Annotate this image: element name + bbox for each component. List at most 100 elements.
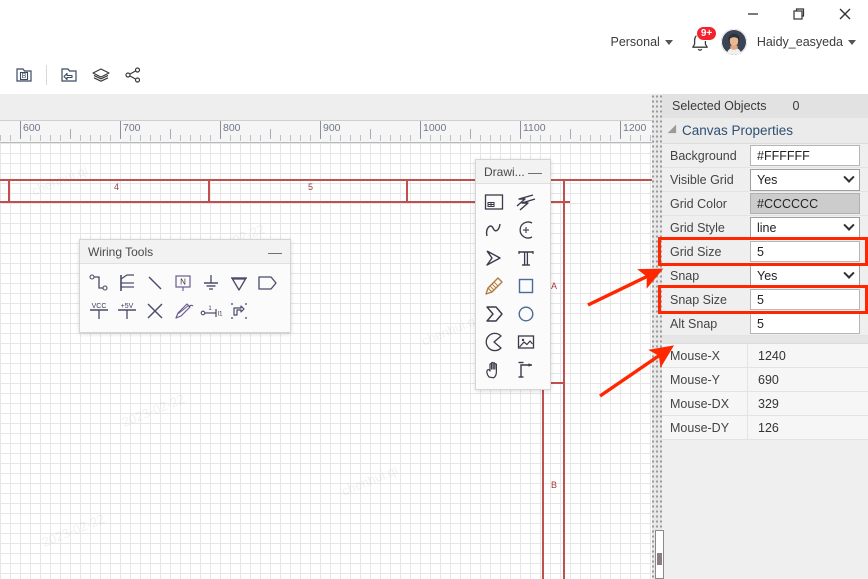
no-connect-icon[interactable]: [142, 298, 168, 324]
workspace-selector[interactable]: Personal: [610, 35, 673, 49]
ruler-minor-tick: [150, 135, 151, 141]
ruler-minor-tick: [530, 135, 531, 141]
property-select[interactable]: Yes: [750, 264, 860, 287]
property-row-snap-size: Snap Size 5: [662, 288, 868, 312]
canvas-region: 600 700 800 900 1000 1100 1200 chenhui.qi 2023…: [0, 94, 660, 579]
ruler-minor-tick: [550, 135, 551, 141]
property-label: Grid Style: [670, 220, 725, 235]
hand-icon[interactable]: [481, 357, 507, 383]
ruler-minor-tick: [500, 135, 501, 141]
notifications-button[interactable]: 9+: [687, 26, 718, 55]
ruler-minor-tick: [570, 129, 571, 139]
netflag-icon[interactable]: [226, 298, 252, 324]
restore-button[interactable]: [776, 0, 822, 28]
vcc-icon[interactable]: VCC: [86, 298, 112, 324]
sheet-icon[interactable]: [481, 189, 507, 215]
property-input[interactable]: 5: [750, 241, 860, 262]
minimize-panel-button[interactable]: —: [268, 245, 282, 259]
chevron-shape-icon[interactable]: [481, 301, 507, 327]
chevron-down-icon: [843, 267, 855, 279]
minimize-panel-button[interactable]: —: [528, 165, 542, 179]
dimension-icon[interactable]: [513, 357, 539, 383]
close-button[interactable]: [822, 0, 868, 28]
wiring-tools-panel[interactable]: Wiring Tools — N VCC +5V 1 I1: [79, 239, 291, 333]
polyline-icon[interactable]: [513, 189, 539, 215]
ruler-minor-tick: [360, 135, 361, 141]
ruler-minor-tick: [460, 135, 461, 141]
gnd-icon[interactable]: [198, 270, 224, 296]
canvas-properties-rows: Background #FFFFFF Visible Grid Yes Grid Col…: [662, 144, 868, 336]
board-icon[interactable]: B: [8, 60, 40, 90]
netlabel-icon[interactable]: N: [170, 270, 196, 296]
mouse-label: Mouse-Y: [662, 368, 748, 391]
panel-splitter[interactable]: [652, 94, 662, 579]
arc-icon[interactable]: [513, 217, 539, 243]
ruler-minor-tick: [140, 135, 141, 141]
ruler-major-tick: [120, 121, 121, 139]
property-row-grid-color: Grid Color #CCCCCC: [662, 192, 868, 216]
ruler-minor-tick: [240, 135, 241, 141]
ruler-minor-tick: [540, 135, 541, 141]
ruler-minor-tick: [470, 129, 471, 139]
ruler-minor-tick: [190, 135, 191, 141]
property-select[interactable]: line: [750, 216, 860, 239]
bezier-icon[interactable]: [481, 217, 507, 243]
image-icon[interactable]: [513, 329, 539, 355]
property-input[interactable]: #FFFFFF: [750, 145, 860, 166]
horizontal-ruler[interactable]: 600 700 800 900 1000 1100 1200: [0, 121, 660, 143]
property-input[interactable]: #CCCCCC: [750, 193, 860, 214]
property-input[interactable]: 5: [750, 313, 860, 334]
probe-icon[interactable]: [170, 298, 196, 324]
rectangle-icon[interactable]: [513, 273, 539, 299]
property-select-value: Yes: [757, 268, 778, 283]
wiring-tools-header[interactable]: Wiring Tools —: [80, 240, 290, 264]
schematic-frame-line: [563, 179, 565, 579]
user-menu[interactable]: Haidy_easyeda: [757, 35, 856, 49]
pin-icon[interactable]: 1 I1: [198, 298, 224, 324]
ruler-minor-tick: [560, 135, 561, 141]
drawing-tools-panel[interactable]: Drawi... —: [475, 159, 551, 390]
frame-column-label: 5: [308, 182, 314, 192]
drawing-tools-title: Drawi...: [484, 164, 525, 179]
property-select[interactable]: Yes: [750, 168, 860, 191]
text-icon[interactable]: [513, 245, 539, 271]
account-bar: Personal 9+ Haidy_easyeda: [0, 26, 868, 56]
vdd-flag-icon[interactable]: [226, 270, 252, 296]
bus-icon[interactable]: [114, 270, 140, 296]
property-input[interactable]: 5: [750, 289, 860, 310]
schematic-frame-tick: [406, 179, 408, 203]
minimize-button[interactable]: [730, 0, 776, 28]
ruler-minor-tick: [440, 135, 441, 141]
plus5v-icon[interactable]: +5V: [114, 298, 140, 324]
canvas-properties-section-header[interactable]: Canvas Properties: [662, 118, 868, 144]
pie-icon[interactable]: [481, 329, 507, 355]
property-label: Grid Color: [670, 196, 727, 211]
ruler-minor-tick: [0, 135, 1, 141]
polygon-icon[interactable]: [481, 245, 507, 271]
share-icon[interactable]: [117, 60, 149, 90]
ruler-minor-tick: [200, 135, 201, 141]
property-row-grid-style: Grid Style line: [662, 216, 868, 240]
ruler-label: 1200: [623, 122, 647, 134]
ruler-major-tick: [520, 121, 521, 139]
wire-icon[interactable]: [86, 270, 112, 296]
drawing-tools-header[interactable]: Drawi... —: [476, 160, 550, 184]
bus-entry-icon[interactable]: [142, 270, 168, 296]
mouse-info-rows: Mouse-X 1240 Mouse-Y 690 Mouse-DX 329 Mouse-DY…: [662, 344, 868, 440]
pencil-icon[interactable]: [481, 273, 507, 299]
mouse-value: 329: [758, 396, 779, 411]
netport-icon[interactable]: [254, 270, 280, 296]
schematic-canvas[interactable]: chenhui.qi 2023-02-22 chenhui.qi 2023-02…: [0, 143, 660, 579]
circle-icon[interactable]: [513, 301, 539, 327]
avatar[interactable]: [720, 29, 747, 55]
wiring-tools-row: N: [86, 270, 286, 296]
image-back-icon[interactable]: [53, 60, 85, 90]
layers-icon[interactable]: [85, 60, 117, 90]
ruler-minor-tick: [100, 135, 101, 141]
scrollbar-thumb[interactable]: [657, 553, 662, 565]
ruler-corner: [0, 94, 660, 121]
mouse-label: Mouse-DY: [662, 416, 748, 439]
canvas-vertical-scrollbar[interactable]: [655, 530, 664, 579]
ruler-major-tick: [320, 121, 321, 139]
ruler-minor-tick: [450, 135, 451, 141]
